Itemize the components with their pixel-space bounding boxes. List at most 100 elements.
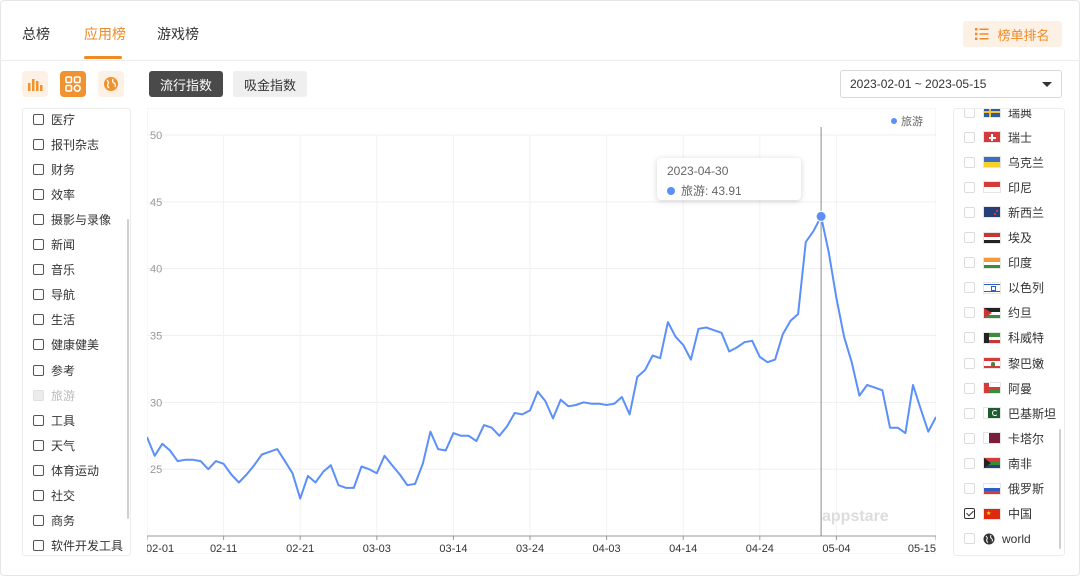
country-item[interactable]: 以色列 <box>964 279 1044 297</box>
category-checkbox[interactable] <box>33 213 44 225</box>
rank-button-label: 榜单排名 <box>997 27 1050 43</box>
globe-icon[interactable] <box>98 71 124 97</box>
country-checkbox[interactable] <box>964 307 975 319</box>
category-checkbox[interactable] <box>33 138 44 150</box>
category-item[interactable]: 导航 <box>33 286 75 304</box>
country-label: 乌克兰 <box>1008 155 1045 170</box>
category-checkbox[interactable] <box>33 163 44 175</box>
country-item[interactable]: 俄罗斯 <box>964 480 1044 498</box>
tab-apps[interactable]: 应用榜 <box>84 24 126 44</box>
country-checkbox[interactable] <box>964 533 975 545</box>
line-chart[interactable]: 50 45 40 35 30 25 02-01 02-11 02-21 03-03 03-14 03-… <box>146 107 937 555</box>
category-label: 健康健美 <box>51 338 100 353</box>
country-checkbox[interactable] <box>964 332 975 344</box>
category-item[interactable]: 软件开发工具 <box>33 537 123 555</box>
country-checkbox[interactable] <box>964 407 975 419</box>
category-item[interactable]: 医疗 <box>33 110 75 128</box>
country-item[interactable]: world <box>964 530 1031 548</box>
category-item[interactable]: 生活 <box>33 311 75 329</box>
category-item[interactable]: 健康健美 <box>33 336 99 354</box>
country-item[interactable]: 乌克兰 <box>964 153 1044 171</box>
country-item[interactable]: 南非 <box>964 454 1032 472</box>
date-range-select[interactable]: 2023-02-01 ~ 2023-05-15 <box>840 70 1062 98</box>
country-checkbox[interactable] <box>964 432 975 444</box>
category-label: 社交 <box>51 489 76 503</box>
country-scrollbar[interactable] <box>1059 429 1061 549</box>
country-item[interactable]: 卡塔尔 <box>964 429 1044 447</box>
tab-overall[interactable]: 总榜 <box>22 24 50 44</box>
category-item: 旅游 <box>33 386 75 404</box>
revenue-index-button[interactable]: 吸金指数 <box>233 71 308 97</box>
category-checkbox[interactable] <box>33 239 44 250</box>
country-item[interactable]: 埃及 <box>964 229 1032 247</box>
country-item[interactable]: 瑞士 <box>964 128 1032 146</box>
country-item[interactable]: ★ 中国 <box>964 505 1032 523</box>
country-checkbox[interactable] <box>964 232 975 243</box>
category-checkbox[interactable] <box>33 264 44 276</box>
category-checkbox[interactable] <box>33 339 44 351</box>
category-checkbox[interactable] <box>33 314 44 326</box>
tab-games[interactable]: 游戏榜 <box>157 24 199 44</box>
country-list[interactable]: 瑞典瑞士乌克兰印尼新西兰埃及印度以色列约旦科威特黎巴嫩阿曼巴基斯坦卡塔尔南非俄罗… <box>953 108 1065 556</box>
category-item[interactable]: 天气 <box>33 436 75 454</box>
country-checkbox[interactable] <box>964 382 975 394</box>
x-tick-label: 04-14 <box>669 543 697 554</box>
category-item[interactable]: 社交 <box>33 487 75 505</box>
country-item[interactable]: 新西兰 <box>964 203 1044 221</box>
popularity-index-button[interactable]: 流行指数 <box>149 71 224 97</box>
country-checkbox[interactable] <box>964 508 975 520</box>
tooltip-value: 旅游: 43.91 <box>681 184 742 198</box>
chart-legend[interactable]: 旅游 <box>891 113 923 129</box>
russia-flag-icon <box>983 482 1001 495</box>
category-item[interactable]: 效率 <box>33 185 75 203</box>
category-checkbox[interactable] <box>33 540 44 552</box>
country-checkbox[interactable] <box>964 181 975 193</box>
country-checkbox[interactable] <box>964 156 975 168</box>
category-checkbox[interactable] <box>33 464 44 476</box>
category-item[interactable]: 报刊杂志 <box>33 135 99 153</box>
category-checkbox[interactable] <box>33 188 44 200</box>
country-item[interactable]: 印尼 <box>964 178 1032 196</box>
category-item[interactable]: 音乐 <box>33 261 75 279</box>
x-tick-label: 05-04 <box>822 543 850 554</box>
rank-button[interactable]: 榜单排名 <box>963 21 1062 47</box>
category-item[interactable]: 工具 <box>33 411 75 429</box>
category-item[interactable]: 新闻 <box>33 236 75 254</box>
country-checkbox[interactable] <box>964 457 975 469</box>
category-checkbox[interactable] <box>33 490 44 501</box>
list-icon <box>975 28 989 40</box>
category-checkbox[interactable] <box>33 439 44 451</box>
grid-icon[interactable] <box>60 71 86 97</box>
category-item[interactable]: 商务 <box>33 512 75 530</box>
country-checkbox[interactable] <box>964 483 975 494</box>
category-checkbox[interactable] <box>33 515 44 527</box>
country-checkbox[interactable] <box>964 282 975 294</box>
chart-area: 50 45 40 35 30 25 02-01 02-11 02-21 03-03 03-14 03-… <box>146 107 937 555</box>
lebanon-flag-icon <box>983 357 1001 369</box>
bar-chart-icon[interactable] <box>22 71 48 97</box>
country-item[interactable]: 黎巴嫩 <box>964 354 1044 372</box>
country-checkbox[interactable] <box>964 257 975 269</box>
category-item[interactable]: 摄影与录像 <box>33 210 111 228</box>
country-item[interactable]: 瑞典 <box>964 109 1032 121</box>
category-item[interactable]: 参考 <box>33 361 75 379</box>
category-scrollbar[interactable] <box>127 219 129 519</box>
category-checkbox[interactable] <box>33 113 44 125</box>
category-item[interactable]: 财务 <box>33 160 75 178</box>
country-item[interactable]: 科威特 <box>964 329 1044 347</box>
category-list[interactable]: 医疗报刊杂志财务效率摄影与录像新闻音乐导航生活健康健美参考旅游工具天气体育运动社… <box>22 108 131 556</box>
sweden-flag-icon <box>983 109 1001 118</box>
category-label: 天气 <box>51 438 76 453</box>
country-item[interactable]: 约旦 <box>964 304 1032 322</box>
country-checkbox[interactable] <box>964 109 975 118</box>
category-checkbox[interactable] <box>33 414 44 426</box>
category-checkbox[interactable] <box>33 364 44 376</box>
country-item[interactable]: 巴基斯坦 <box>964 404 1056 422</box>
country-item[interactable]: 印度 <box>964 254 1032 272</box>
country-checkbox[interactable] <box>964 206 975 218</box>
category-checkbox[interactable] <box>33 289 44 301</box>
country-checkbox[interactable] <box>964 131 975 143</box>
country-checkbox[interactable] <box>964 357 975 369</box>
category-item[interactable]: 体育运动 <box>33 461 99 479</box>
country-item[interactable]: 阿曼 <box>964 379 1032 397</box>
